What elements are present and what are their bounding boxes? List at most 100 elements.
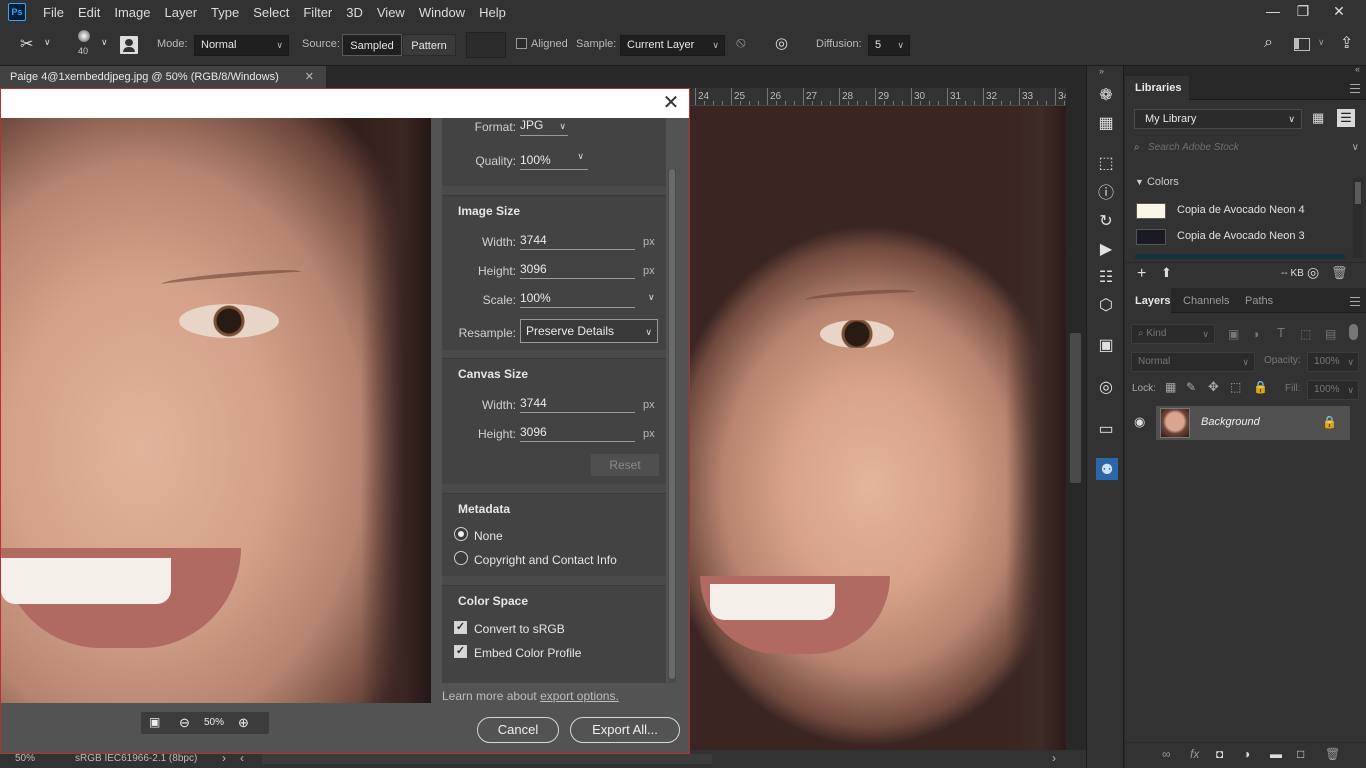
library-select[interactable]: My Library ∨ (1134, 109, 1302, 129)
vertical-scrollbar[interactable] (1066, 88, 1086, 750)
history-icon[interactable]: ↻ (1096, 212, 1116, 232)
group-icon[interactable]: ▬ (1270, 747, 1282, 761)
export-preview[interactable] (1, 118, 431, 703)
menu-view[interactable]: View (370, 5, 412, 20)
chevron-down-icon[interactable]: ∨ (1318, 37, 1325, 48)
menu-window[interactable]: Window (412, 5, 472, 20)
adjustments-icon[interactable]: ▭ (1096, 420, 1116, 440)
close-tab-icon[interactable]: ✕ (305, 66, 314, 88)
colors-section-header[interactable]: ▼ Colors (1135, 176, 1179, 188)
format-select[interactable]: JPG ∨ (520, 118, 568, 136)
menu-layer[interactable]: Layer (158, 5, 205, 20)
convert-srgb-checkbox[interactable]: ✓ (454, 621, 467, 634)
adjustment-filter-icon[interactable]: ◑ (1252, 327, 1259, 341)
clone-source-panel-icon[interactable]: ☷ (1096, 268, 1116, 288)
trash-icon[interactable]: 🗑 (1331, 265, 1348, 281)
horizontal-scrollbar[interactable] (262, 754, 712, 764)
color-swatch-item[interactable]: Copia de Avocado Neon 3 (1125, 224, 1350, 250)
camera-icon[interactable]: ▣ (1096, 336, 1116, 356)
search-icon[interactable]: ⌕ (1264, 34, 1273, 52)
status-zoom[interactable]: 50% (15, 753, 35, 764)
healing-brush-icon[interactable]: ✂ (20, 34, 33, 54)
close-icon[interactable]: ✕ (661, 93, 681, 113)
chevron-down-icon[interactable]: ∨ (101, 37, 108, 48)
add-icon[interactable]: + (1137, 265, 1146, 283)
zoom-in-icon[interactable]: ⊕ (238, 715, 249, 731)
scrollbar-thumb[interactable] (1070, 333, 1081, 483)
quality-field[interactable]: 100% ∨ (520, 151, 588, 170)
lock-all-icon[interactable]: 🔒 (1253, 380, 1268, 394)
scale-field[interactable]: 100% (520, 291, 635, 308)
embed-profile-checkbox[interactable]: ✓ (454, 645, 467, 658)
properties-icon[interactable]: ◎ (1096, 378, 1116, 398)
shape-filter-icon[interactable]: ⬚ (1300, 327, 1311, 341)
scrollbar-thumb[interactable] (669, 169, 675, 679)
color-swatch-item[interactable]: Copia de Avocado Neon 4 (1125, 198, 1350, 224)
canvas-image[interactable] (690, 106, 1066, 750)
fx-icon[interactable]: fx (1190, 747, 1199, 761)
menu-type[interactable]: Type (204, 5, 246, 20)
info-icon[interactable]: ⓘ (1096, 184, 1116, 204)
creative-cloud-icon[interactable]: ◎ (1307, 264, 1319, 281)
lock-artboard-icon[interactable]: ⬚ (1230, 380, 1241, 394)
brush-preview-icon[interactable] (78, 30, 90, 42)
lock-position-icon[interactable]: ✥ (1208, 379, 1219, 395)
clone-source-icon[interactable] (120, 36, 138, 54)
zoom-level[interactable]: 50% (204, 717, 224, 728)
export-options-link[interactable]: export options. (540, 689, 619, 703)
tab-paths[interactable]: Paths (1245, 295, 1273, 307)
3d-cube-icon[interactable]: ⬡ (1096, 296, 1116, 316)
canvas-height-field[interactable]: 3096 (520, 425, 635, 442)
type-filter-icon[interactable]: T (1277, 325, 1285, 340)
resample-select[interactable]: Preserve Details ∨ (520, 319, 658, 343)
menu-select[interactable]: Select (246, 5, 296, 20)
cancel-button[interactable]: Cancel (477, 717, 559, 743)
minimize-button[interactable]: — (1258, 2, 1288, 20)
collapse-icon[interactable]: » (1099, 66, 1104, 76)
aligned-checkbox[interactable] (516, 38, 527, 49)
smart-object-filter-icon[interactable]: ▤ (1325, 327, 1336, 341)
opacity-field[interactable]: 100% ∨ (1307, 352, 1359, 372)
canvas-width-field[interactable]: 3744 (520, 396, 635, 413)
grid-view-icon[interactable]: ▦ (1312, 111, 1326, 125)
upload-icon[interactable]: ⬆ (1161, 265, 1172, 281)
menu-3d[interactable]: 3D (339, 5, 370, 20)
new-layer-icon[interactable]: □ (1297, 747, 1304, 761)
export-all-button[interactable]: Export All... (570, 717, 680, 743)
fill-field[interactable]: 100% ∨ (1307, 380, 1359, 400)
menu-file[interactable]: File (36, 5, 71, 20)
metadata-none-radio[interactable] (454, 527, 468, 541)
settings-scrollbar[interactable] (668, 169, 676, 683)
chevron-down-icon[interactable]: ∨ (648, 292, 655, 303)
menu-filter[interactable]: Filter (296, 5, 339, 20)
pattern-picker[interactable] (466, 32, 506, 58)
cube-stack-icon[interactable]: ⬚ (1096, 154, 1116, 174)
sample-select[interactable]: Current Layer ∨ (620, 35, 725, 56)
lock-pixels-icon[interactable]: ✎ (1186, 380, 1196, 394)
share-icon[interactable]: ⇪ (1340, 33, 1353, 53)
library-scrollbar[interactable] (1353, 178, 1363, 258)
chevron-right-icon[interactable]: › (1052, 751, 1056, 765)
blend-mode-select[interactable]: Normal ∨ (1131, 352, 1255, 372)
workspace-icon[interactable] (1294, 38, 1310, 51)
layer-row-background[interactable]: ◉ Background 🔒 (1125, 404, 1366, 442)
filter-toggle[interactable] (1349, 324, 1358, 340)
source-sampled-button[interactable]: Sampled (342, 34, 402, 56)
document-tab[interactable]: Paige 4@1xembeddjpeg.jpg @ 50% (RGB/8/Wi… (0, 66, 326, 88)
color-wheel-icon[interactable]: ❁ (1096, 86, 1116, 106)
menu-image[interactable]: Image (107, 5, 157, 20)
image-filter-icon[interactable]: ▣ (1228, 327, 1239, 341)
lock-transparent-icon[interactable]: ▦ (1165, 380, 1176, 394)
close-window-button[interactable]: ✕ (1324, 2, 1354, 20)
play-icon[interactable]: ▶ (1096, 240, 1116, 260)
collapse-icon[interactable]: « (1355, 64, 1360, 74)
restore-button[interactable]: ❐ (1288, 2, 1318, 20)
pressure-icon[interactable]: ◎ (775, 34, 788, 52)
reset-button[interactable]: Reset (591, 454, 659, 476)
trash-icon[interactable]: 🗑 (1325, 747, 1340, 761)
ignore-adjustment-icon[interactable]: ⦸ (736, 34, 746, 51)
source-pattern-button[interactable]: Pattern (402, 34, 456, 56)
fit-to-screen-icon[interactable]: ▣ (149, 715, 160, 729)
panel-menu-icon[interactable] (1350, 84, 1360, 93)
plugin-icon[interactable]: ⚉ (1096, 458, 1118, 480)
